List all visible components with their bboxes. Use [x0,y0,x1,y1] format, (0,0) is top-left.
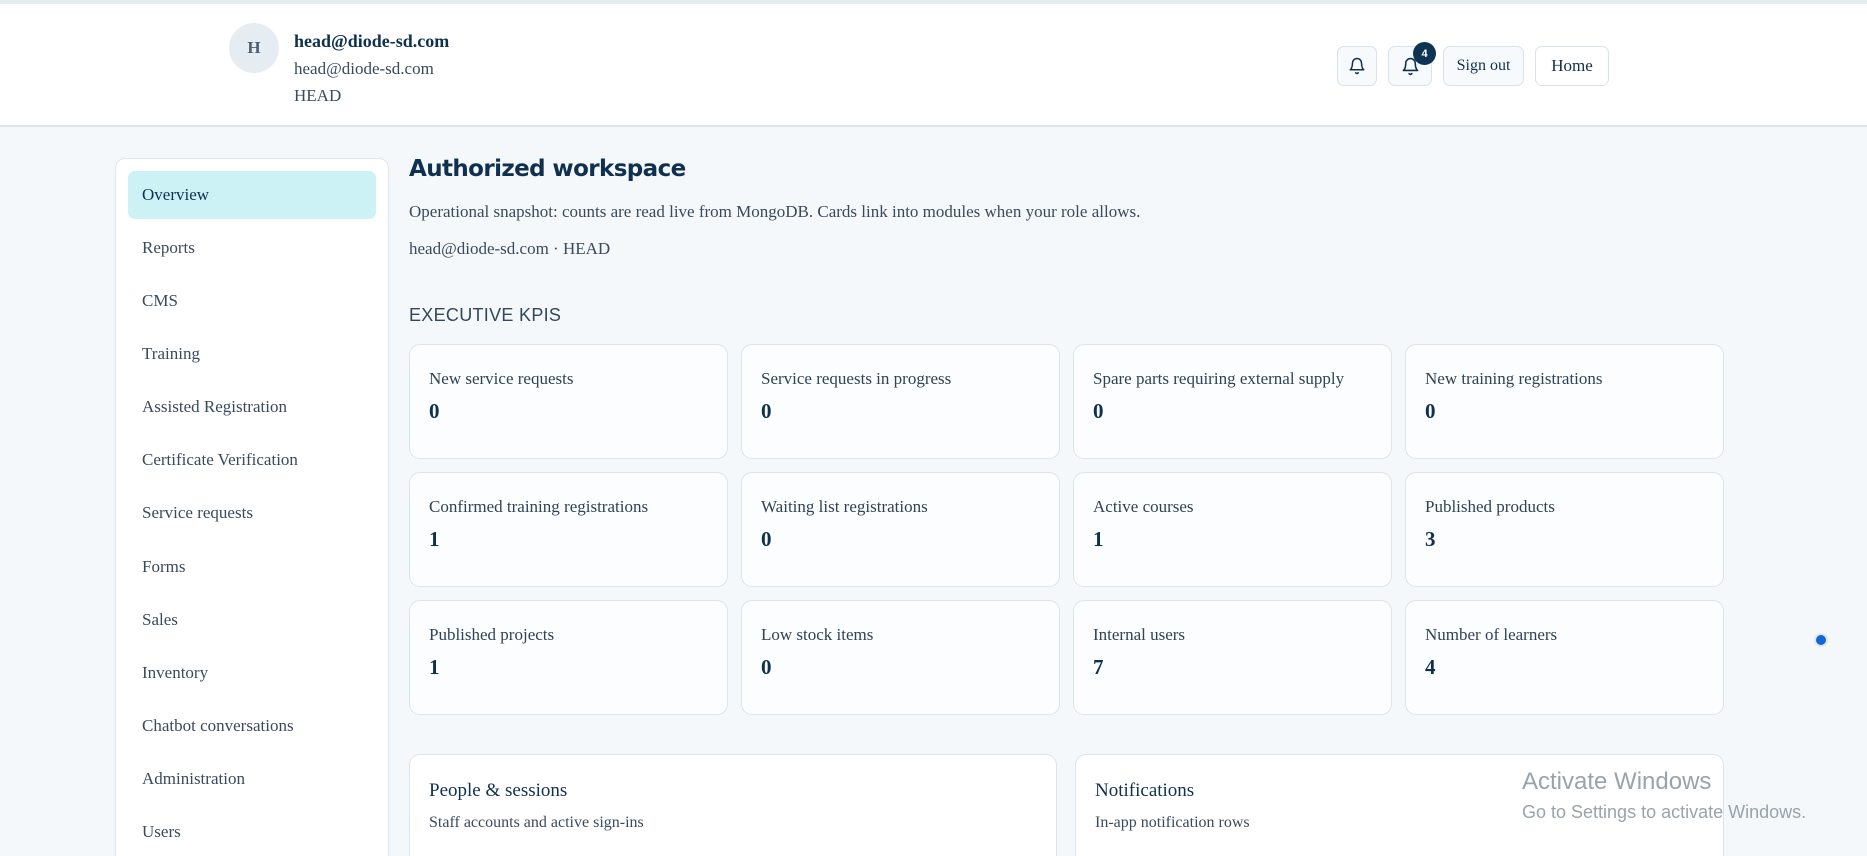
current-user-line: head@diode-sd.com · HEAD [409,239,611,258]
kpi-value: 0 [761,527,772,551]
people-sessions-panel[interactable]: People & sessions Staff accounts and act… [409,754,1057,856]
kpi-label: Internal users [1093,625,1186,644]
sidebar-item-certificate-verification[interactable]: Certificate Verification [128,436,376,484]
kpi-value: 0 [761,655,772,679]
notification-count-badge: 4 [1413,42,1436,65]
kpi-value: 1 [429,527,440,551]
top-header: H head@diode-sd.com head@diode-sd.com HE… [0,4,1867,127]
kpi-label: Confirmed training registrations [429,497,649,516]
sidebar-item-forms[interactable]: Forms [128,543,376,591]
page-title: Authorized workspace [409,156,686,182]
sidebar-item-administration[interactable]: Administration [128,755,376,803]
panel-title: People & sessions [429,780,568,801]
user-email: head@diode-sd.com [294,59,434,78]
kpi-value: 7 [1093,655,1104,679]
avatar: H [229,23,279,73]
kpi-card[interactable]: Published projects 1 [409,600,728,715]
bell-icon [1349,57,1365,75]
kpi-card[interactable]: Confirmed training registrations 1 [409,472,728,587]
kpi-card[interactable]: Number of learners 4 [1405,600,1724,715]
sidebar-item-cms[interactable]: CMS [128,277,376,325]
kpi-label: Published products [1425,497,1555,516]
kpi-value: 3 [1425,527,1436,551]
sidebar-item-service-requests[interactable]: Service requests [128,489,376,537]
kpi-label: New service requests [429,369,574,388]
sidebar-item-inventory[interactable]: Inventory [128,649,376,697]
page-description: Operational snapshot: counts are read li… [409,202,1141,221]
sidebar-item-sales[interactable]: Sales [128,596,376,644]
watermark-subtitle: Go to Settings to activate Windows. [1522,802,1807,822]
user-role: HEAD [294,86,342,105]
kpi-card[interactable]: Spare parts requiring external supply 0 [1073,344,1392,459]
kpi-label: Low stock items [761,625,874,644]
user-name: head@diode-sd.com [294,31,450,51]
kpi-value: 0 [1425,399,1436,423]
home-button[interactable]: Home [1535,46,1609,86]
kpi-card[interactable]: Active courses 1 [1073,472,1392,587]
sidebar-item-users[interactable]: Users [128,808,376,856]
sidebar-item-assisted-registration[interactable]: Assisted Registration [128,383,376,431]
kpi-card[interactable]: Published products 3 [1405,472,1724,587]
watermark-title: Activate Windows [1522,768,1712,795]
kpi-label: Number of learners [1425,625,1558,644]
kpi-label: Active courses [1093,497,1194,516]
kpi-card[interactable]: New service requests 0 [409,344,728,459]
sidebar-nav: Overview Reports CMS Training Assisted R… [115,158,389,856]
panel-subtitle: In-app notification rows [1095,814,1250,831]
kpi-card[interactable]: Service requests in progress 0 [741,344,1060,459]
bell-button[interactable] [1337,46,1377,86]
panel-title: Notifications [1095,780,1195,801]
kpi-value: 4 [1425,655,1436,679]
activate-windows-watermark: Activate Windows Go to Settings to activ… [1522,768,1806,823]
sidebar-item-training[interactable]: Training [128,330,376,378]
kpi-label: Service requests in progress [761,369,952,388]
kpi-value: 0 [429,399,440,423]
kpi-label: Spare parts requiring external supply [1093,369,1345,388]
kpi-value: 0 [1093,399,1104,423]
kpi-label: New training registrations [1425,369,1603,388]
panel-subtitle: Staff accounts and active sign-ins [429,814,644,831]
kpi-value: 1 [429,655,440,679]
kpi-card[interactable]: Low stock items 0 [741,600,1060,715]
kpi-card[interactable]: Internal users 7 [1073,600,1392,715]
user-info: head@diode-sd.com head@diode-sd.com HEAD [294,28,449,109]
sign-out-button[interactable]: Sign out [1443,46,1524,86]
sidebar-item-reports[interactable]: Reports [128,224,376,272]
kpi-value: 0 [761,399,772,423]
kpi-label: Waiting list registrations [761,497,928,516]
sidebar-item-chatbot-conversations[interactable]: Chatbot conversations [128,702,376,750]
kpi-value: 1 [1093,527,1104,551]
kpi-label: Published projects [429,625,555,644]
kpi-card[interactable]: New training registrations 0 [1405,344,1724,459]
kpi-card[interactable]: Waiting list registrations 0 [741,472,1060,587]
kpi-section-heading: EXECUTIVE KPIS [409,305,562,325]
sidebar-item-overview[interactable]: Overview [128,171,376,219]
floating-indicator-dot[interactable] [1814,633,1828,647]
